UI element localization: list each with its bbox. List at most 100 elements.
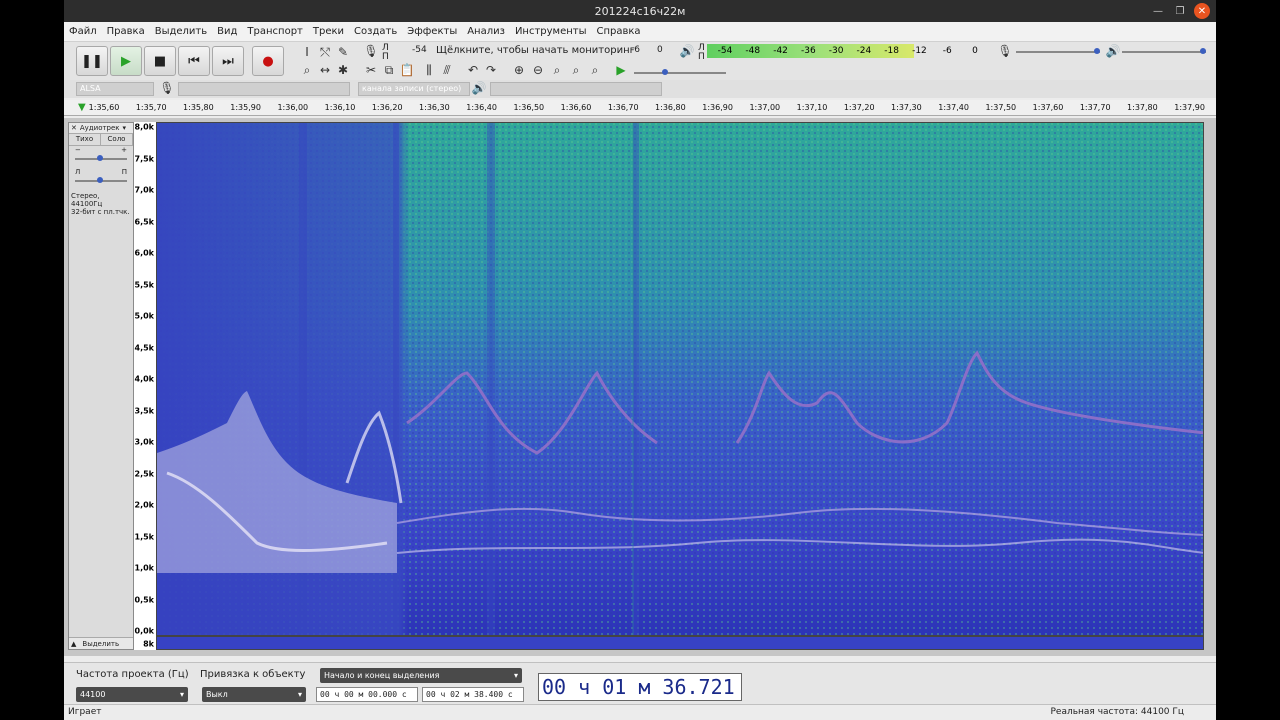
frequency-label: 1,0k [134, 563, 155, 573]
menu-analyze[interactable]: Анализ [462, 26, 510, 37]
fit-selection-icon[interactable]: ⌕ [548, 61, 566, 79]
track-close-icon[interactable]: ✕ [71, 124, 77, 132]
selection-tool-icon[interactable]: I [298, 43, 316, 61]
track-name[interactable]: Аудиотрек [80, 124, 120, 132]
selection-start-field[interactable]: 00 ч 00 м 00.000 с [316, 687, 418, 702]
menu-edit[interactable]: Правка [102, 26, 150, 37]
play-meter-tick: -6 [942, 46, 952, 56]
paste-icon[interactable]: 📋 [398, 61, 416, 79]
pan-knob[interactable] [97, 177, 103, 183]
frequency-label: 1,5k [134, 532, 155, 541]
play-meter-tick: -54 [717, 46, 733, 56]
menu-help[interactable]: Справка [592, 26, 646, 37]
solo-button[interactable]: Соло [101, 134, 133, 145]
play-speed-slider[interactable] [634, 72, 726, 74]
ruler-tick-label: 1:37,50 [985, 103, 1017, 112]
audio-position-display[interactable]: 00 ч 01 м 36.721 с [538, 673, 742, 720]
gain-knob[interactable] [97, 155, 103, 161]
undo-icon[interactable]: ↶ [464, 61, 482, 79]
menu-effects[interactable]: Эффекты [402, 26, 462, 37]
mute-button[interactable]: Тихо [69, 134, 101, 145]
device-microphone-icon: 🎙 [159, 81, 175, 95]
zoom-in-icon[interactable]: ⊕ [510, 61, 528, 79]
record-button[interactable]: ● [252, 46, 284, 76]
frequency-label: 6,0k [134, 248, 155, 258]
ruler-tick-label: 1:36,10 [324, 103, 356, 112]
trim-icon[interactable]: ⫼ [420, 61, 438, 79]
title-bar: 201224с16ч22м — ❐ ✕ [64, 0, 1216, 22]
stop-button[interactable]: ■ [144, 46, 176, 76]
fit-project-icon[interactable]: ⌕ [567, 61, 585, 79]
ruler-tick-label: 1:35,60 [88, 103, 120, 112]
ruler-tick-label: 1:35,80 [183, 103, 214, 112]
skip-start-button[interactable]: ⏮ [178, 46, 210, 76]
play-speed-knob[interactable] [662, 69, 668, 75]
recording-channels-select[interactable]: канала записи (стерео) [358, 82, 470, 96]
rec-monitor-text[interactable]: Щёлкните, чтобы начать мониторинг [436, 45, 635, 56]
snap-select[interactable]: Выкл ▾ [202, 687, 306, 702]
play-meter-tick: -48 [745, 46, 761, 56]
menu-tools[interactable]: Инструменты [510, 26, 592, 37]
frequency-label: 0,0k [134, 626, 155, 636]
draw-tool-icon[interactable]: ✎ [334, 43, 352, 61]
playback-meter-scale[interactable]: -54 -48 -42 -36 -30 -24 -18 -12 -6 0 [707, 44, 987, 58]
play-head-marker-icon[interactable]: ▼ [78, 102, 86, 113]
ruler-tick-label: 1:36,30 [419, 103, 450, 112]
pause-button[interactable]: ❚❚ [76, 46, 108, 76]
recording-volume-icon: 🎙 [997, 44, 1013, 58]
ruler-tick-label: 1:36,80 [655, 103, 686, 112]
play-icon: ▶ [121, 53, 131, 69]
playback-volume-slider[interactable] [1122, 51, 1206, 53]
cut-icon[interactable]: ✂ [362, 61, 380, 79]
frequency-axis[interactable]: 8k 8,0k 7,5k 7,0k 6,5k 6,0k 5,5k 5,0k 4,5k 4,0k 3… [134, 122, 156, 650]
play-meter-right-label: П [698, 52, 705, 62]
menu-file[interactable]: Файл [64, 26, 102, 37]
zoom-toggle-icon[interactable]: ⌕ [586, 61, 604, 79]
menu-bar: Файл Правка Выделить Вид Транспорт Треки… [64, 22, 1216, 42]
menu-select[interactable]: Выделить [150, 26, 212, 37]
play-at-speed-icon[interactable]: ▶ [612, 61, 630, 79]
envelope-tool-icon[interactable]: ⤲ [316, 43, 334, 61]
selection-mode-select[interactable]: Начало и конец выделения ▾ [320, 668, 522, 683]
copy-icon[interactable]: ⧉ [380, 61, 398, 79]
recording-volume-knob[interactable] [1094, 48, 1100, 54]
playback-volume-knob[interactable] [1200, 48, 1206, 54]
recording-volume-slider[interactable] [1016, 51, 1100, 53]
skip-start-icon: ⏮ [188, 53, 200, 69]
skip-end-button[interactable]: ⏭ [212, 46, 244, 76]
host-select[interactable]: ALSA [76, 82, 154, 96]
project-rate-select[interactable]: 44100 ▾ [76, 687, 188, 702]
timeshift-tool-icon[interactable]: ↔ [316, 61, 334, 79]
ruler-tick-label: 1:37,80 [1127, 103, 1158, 112]
chevron-down-icon: ▾ [297, 690, 302, 699]
menu-transport[interactable]: Транспорт [242, 26, 307, 37]
close-icon[interactable]: ✕ [1194, 3, 1210, 19]
track-menu-icon[interactable]: ▾ [123, 124, 127, 132]
track-control-panel: ✕ Аудиотрек ▾ Тихо Соло − + Л П Стерео, … [68, 122, 134, 650]
playback-device-select[interactable] [490, 82, 662, 96]
menu-view[interactable]: Вид [212, 26, 242, 37]
maximize-icon[interactable]: ❐ [1172, 3, 1188, 19]
timeline-ruler[interactable]: ▼ 1:35,60 1:35,70 1:35,80 1:35,90 1:36,00 1:3… [64, 100, 1216, 116]
zoom-tool-icon[interactable]: ⌕ [298, 61, 316, 79]
redo-icon[interactable]: ↷ [482, 61, 500, 79]
ruler-tick-label: 1:37,40 [938, 103, 969, 112]
speaker-icon[interactable]: 🔊 [678, 42, 696, 60]
pause-icon: ❚❚ [81, 53, 103, 69]
minimize-icon[interactable]: — [1150, 3, 1166, 19]
collapse-track-icon[interactable]: ▲ [71, 640, 76, 648]
menu-tracks[interactable]: Треки [308, 26, 349, 37]
project-rate-value: 44100 [80, 690, 106, 699]
select-track-button[interactable]: Выделить [82, 640, 119, 648]
recording-device-select[interactable] [178, 82, 350, 96]
silence-icon[interactable]: ⫻ [438, 61, 456, 79]
snap-label: Привязка к объекту [200, 669, 306, 680]
spectrogram-view[interactable] [156, 122, 1204, 636]
play-button[interactable]: ▶ [110, 46, 142, 76]
microphone-icon[interactable]: 🎙 [362, 42, 380, 60]
frequency-label: 7,0k [134, 185, 155, 195]
zoom-out-icon[interactable]: ⊖ [529, 61, 547, 79]
multi-tool-icon[interactable]: ✱ [334, 61, 352, 79]
menu-generate[interactable]: Создать [349, 26, 402, 37]
selection-end-field[interactable]: 00 ч 02 м 38.400 с [422, 687, 524, 702]
